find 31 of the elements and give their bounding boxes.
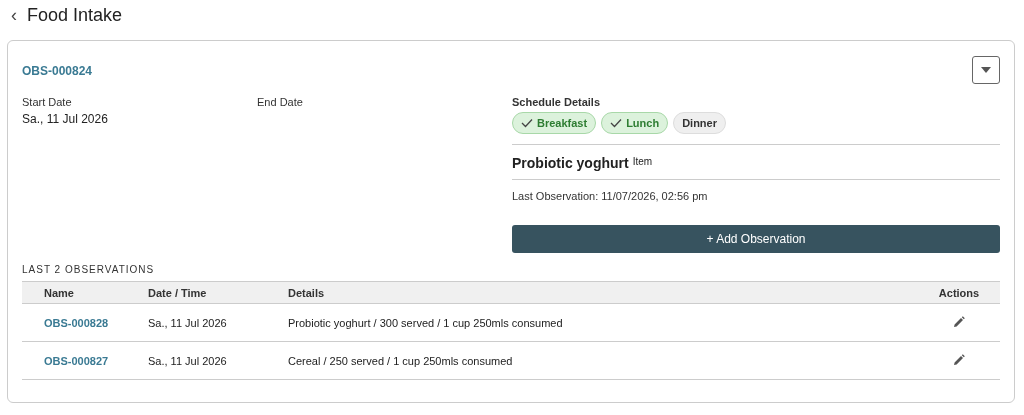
table-cell: Sa., 11 Jul 2026 bbox=[147, 341, 287, 380]
check-icon bbox=[521, 118, 533, 128]
column-header: Actions bbox=[918, 281, 1000, 304]
table-cell: Probiotic yoghurt / 300 served / 1 cup 250mls consumed bbox=[287, 303, 918, 342]
observation-link[interactable]: OBS-000824 bbox=[22, 63, 93, 78]
observation-link[interactable]: OBS-000828 bbox=[44, 316, 109, 329]
field-value: Sa., 11 Jul 2026 bbox=[22, 112, 109, 126]
field-label: Start Date bbox=[22, 96, 73, 108]
table-cell: Cereal / 250 served / 1 cup 250mls consumed bbox=[287, 341, 918, 380]
table-cell: Sa., 11 Jul 2026 bbox=[147, 303, 287, 342]
item-caption: Item bbox=[632, 156, 653, 167]
item-name: Probiotic yoghurt bbox=[512, 155, 629, 171]
column-header: Date / Time bbox=[147, 281, 287, 304]
caret-icon bbox=[981, 66, 991, 73]
back-button[interactable]: ‹ bbox=[11, 5, 17, 26]
meal-chip: Lunch bbox=[601, 112, 669, 134]
last-observation: Last Observation: 11/07/2026, 02:56 pm bbox=[512, 190, 709, 202]
section-label: Schedule Details bbox=[512, 96, 602, 108]
dropdown-button[interactable] bbox=[972, 55, 1000, 84]
add-observation-button[interactable]: + Add Observation bbox=[512, 225, 1000, 253]
column-header: Name bbox=[22, 281, 147, 304]
check-icon bbox=[610, 118, 623, 128]
edit-icon[interactable] bbox=[953, 353, 965, 366]
column-header: Details bbox=[287, 281, 918, 304]
meal-chip: Dinner bbox=[673, 112, 726, 134]
table-title: LAST 2 OBSERVATIONS bbox=[22, 264, 156, 275]
meal-chip: Breakfast bbox=[512, 112, 597, 134]
observation-link[interactable]: OBS-000827 bbox=[44, 354, 109, 367]
field-label: End Date bbox=[257, 96, 304, 108]
edit-icon[interactable] bbox=[953, 315, 965, 328]
page-title: Food Intake bbox=[27, 5, 123, 26]
